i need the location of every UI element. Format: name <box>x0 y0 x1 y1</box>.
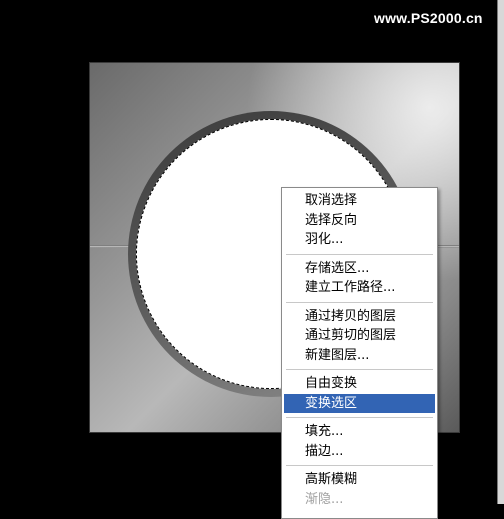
window-edge-scrollbar[interactable] <box>497 0 504 504</box>
menu-item-transform-selection[interactable]: 变换选区 <box>284 393 435 413</box>
menu-item-layer-via-cut[interactable]: 通过剪切的图层 <box>284 326 435 346</box>
menu-item-save-selection[interactable]: 存储选区... <box>284 259 435 279</box>
menu-separator <box>286 369 433 370</box>
menu-item-free-transform[interactable]: 自由变换 <box>284 374 435 394</box>
menu-separator <box>286 417 433 418</box>
menu-item-new-layer[interactable]: 新建图层... <box>284 346 435 366</box>
menu-item-deselect[interactable]: 取消选择 <box>284 191 435 211</box>
menu-item-fill[interactable]: 填充... <box>284 422 435 442</box>
menu-separator <box>286 465 433 466</box>
context-menu: 取消选择 选择反向 羽化... 存储选区... 建立工作路径... 通过拷贝的图… <box>281 187 438 519</box>
menu-item-feather[interactable]: 羽化... <box>284 230 435 250</box>
menu-item-make-work-path[interactable]: 建立工作路径... <box>284 278 435 298</box>
menu-item-select-inverse[interactable]: 选择反向 <box>284 211 435 231</box>
menu-item-gaussian-blur[interactable]: 高斯模糊 <box>284 470 435 490</box>
watermark-text: www.PS2000.cn <box>374 10 483 26</box>
menu-separator <box>286 253 433 255</box>
menu-separator <box>286 301 433 303</box>
menu-item-fade: 渐隐... <box>305 491 344 507</box>
menu-item-stroke[interactable]: 描边... <box>284 442 435 462</box>
menu-item-layer-via-copy[interactable]: 通过拷贝的图层 <box>284 307 435 327</box>
